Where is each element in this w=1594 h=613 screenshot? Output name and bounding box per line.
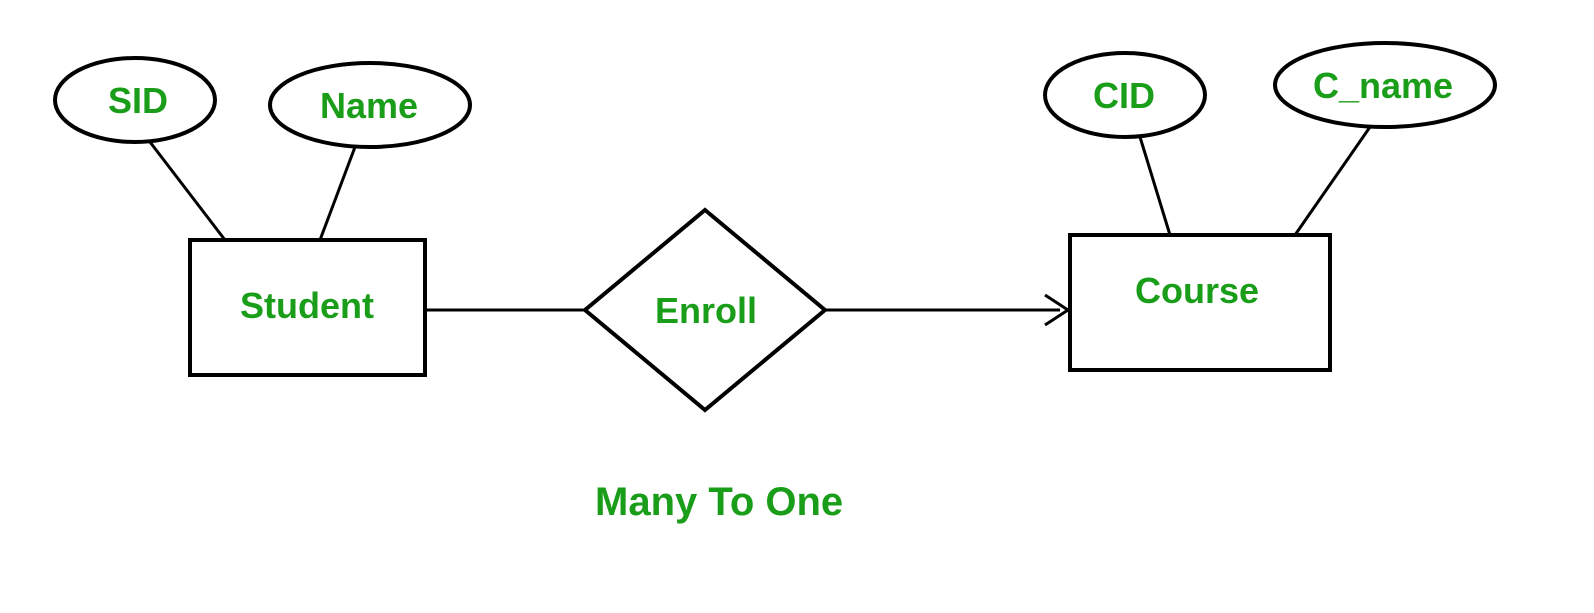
sid-connector [150,142,225,240]
student-label: Student [240,285,374,327]
sid-label: SID [108,80,168,122]
cid-label: CID [1093,75,1155,117]
cname-connector [1295,127,1370,235]
course-label: Course [1135,270,1259,312]
cname-label: C_name [1313,65,1453,107]
cardinality-caption: Many To One [595,480,843,525]
name-label: Name [320,85,418,127]
cid-connector [1140,137,1170,235]
enroll-label: Enroll [655,290,757,332]
name-connector [320,147,355,240]
